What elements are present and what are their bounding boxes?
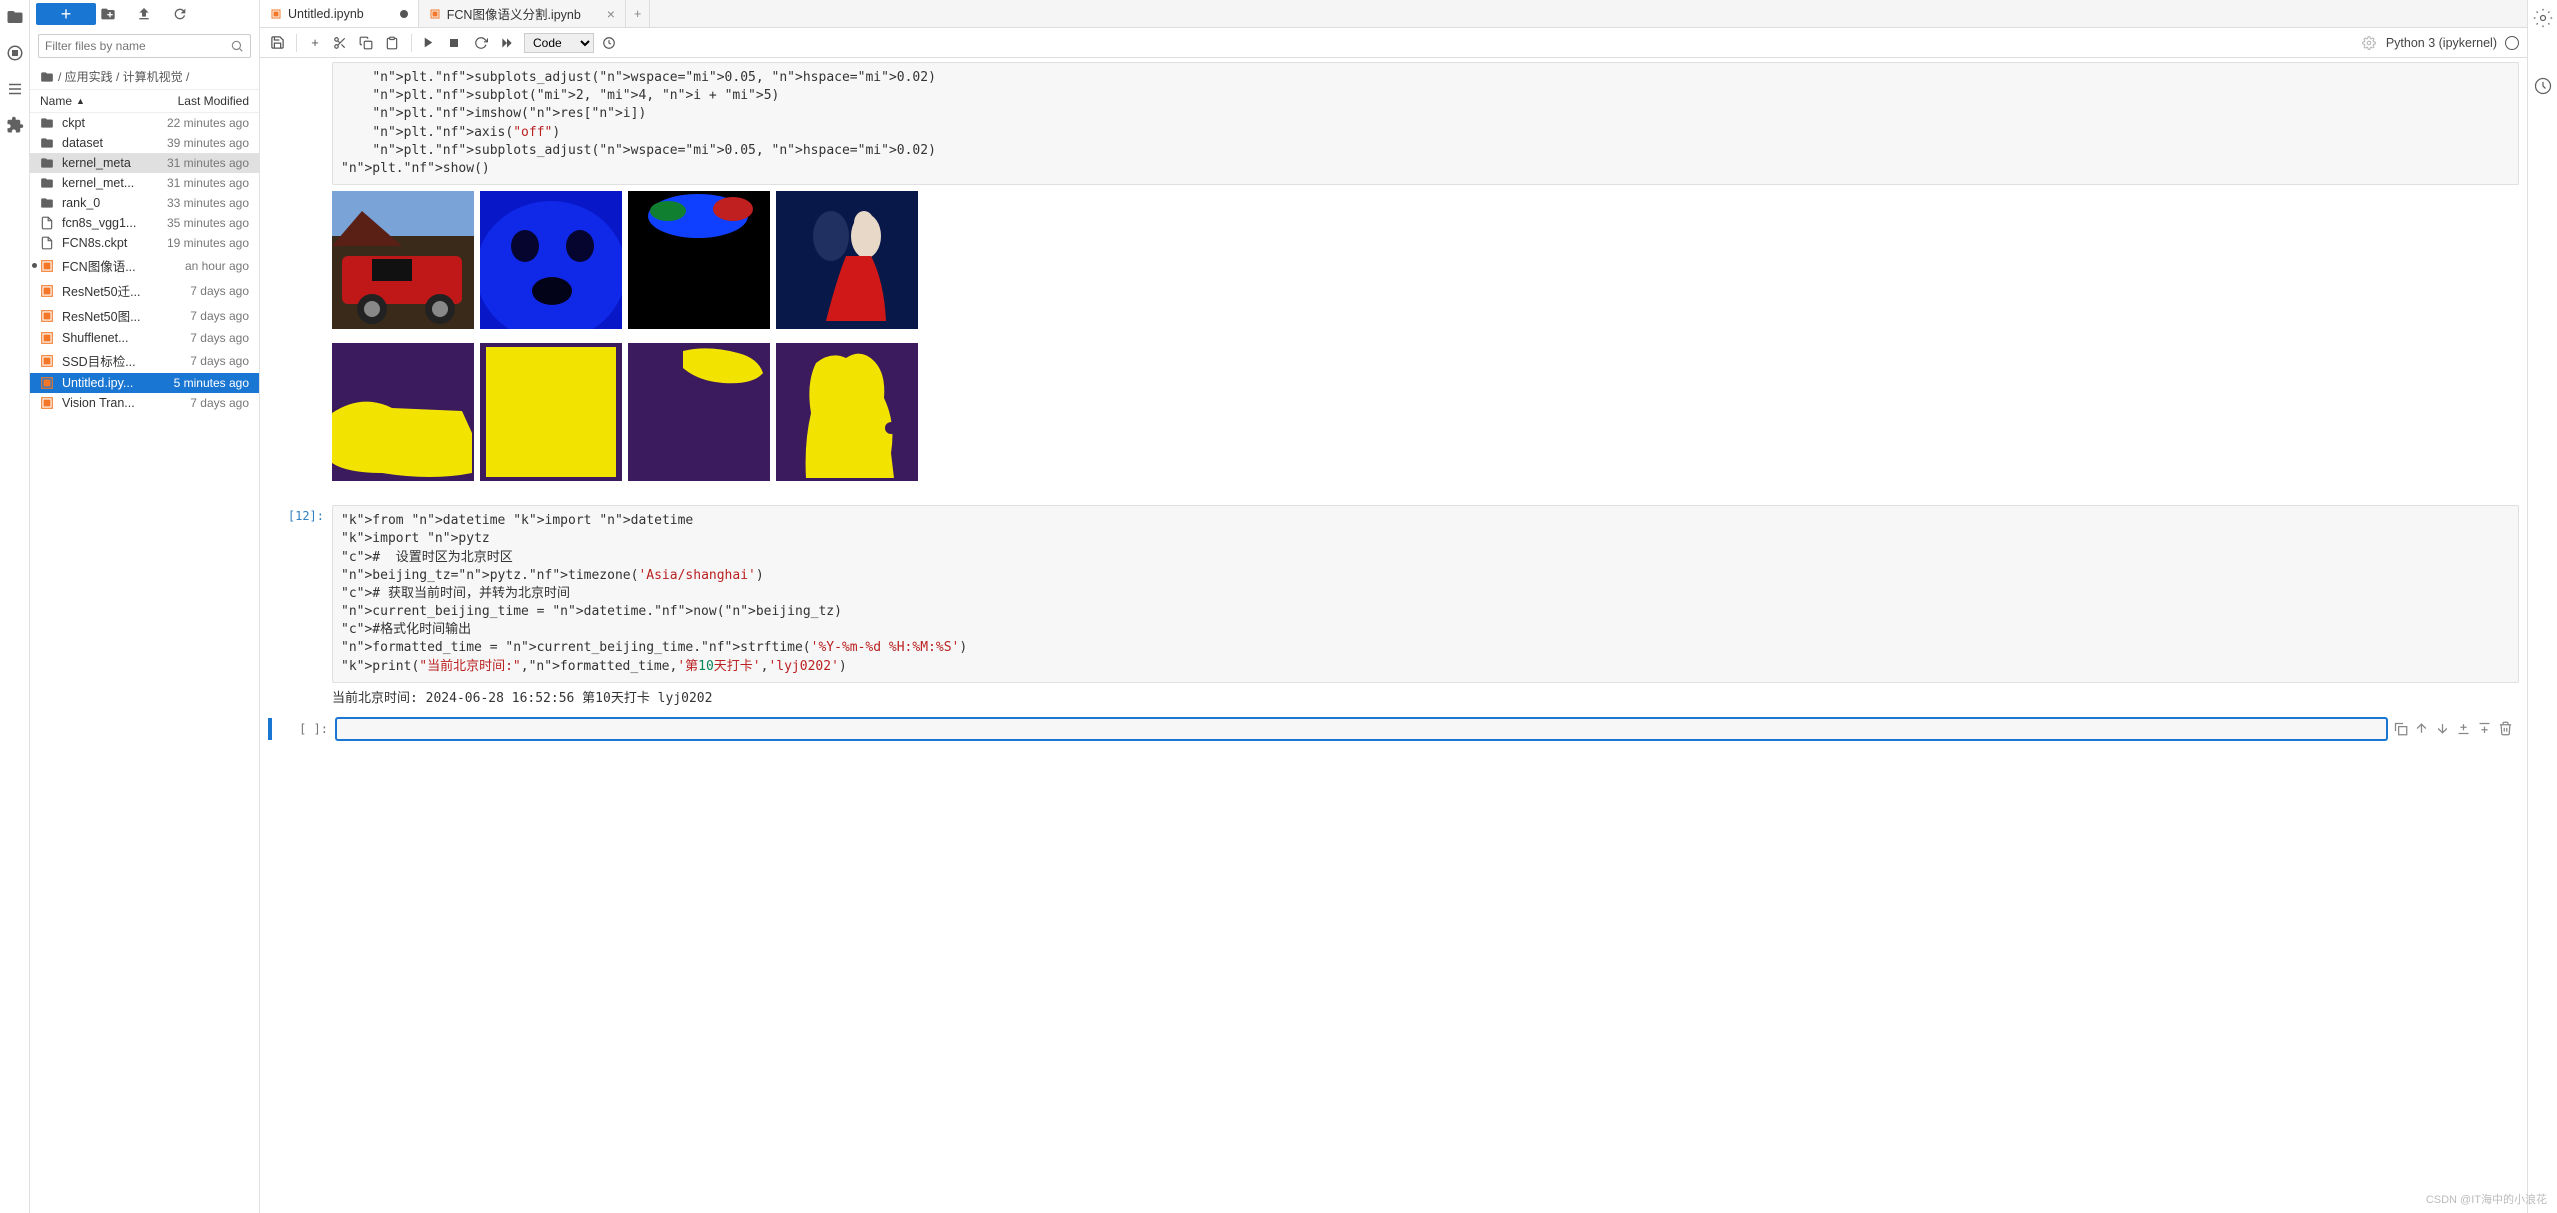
code-input-active[interactable]	[336, 718, 2387, 740]
output-seg-2	[480, 343, 622, 481]
output-image-2	[480, 191, 622, 329]
cell-toolbar	[2387, 721, 2519, 736]
output-seg-1	[332, 343, 474, 481]
file-row[interactable]: SSD目标检...7 days ago	[30, 348, 259, 373]
toc-icon[interactable]	[6, 80, 24, 98]
output-images-row2	[332, 343, 2519, 481]
tab-untitled[interactable]: Untitled.ipynb	[260, 0, 419, 27]
prompt: [ ]:	[272, 718, 336, 740]
col-name[interactable]: Name	[40, 94, 72, 108]
property-inspector-icon[interactable]	[2533, 8, 2553, 28]
save-icon[interactable]	[268, 33, 288, 52]
file-row[interactable]: ckpt22 minutes ago	[30, 113, 259, 133]
file-browser-toolbar: +	[30, 0, 259, 28]
file-row[interactable]: ResNet50图...7 days ago	[30, 303, 259, 328]
breadcrumb-text: / 应用实践 / 计算机视觉 /	[58, 68, 189, 85]
insert-above-icon[interactable]	[2456, 721, 2471, 736]
running-icon[interactable]	[6, 44, 24, 62]
file-browser: + / 应用实践 / 计算机视觉 / Name ▲ Last Modified …	[30, 0, 260, 1213]
cell-output-text: 当前北京时间: 2024-06-28 16:52:56 第10天打卡 lyj02…	[332, 683, 2519, 710]
main-panel: Untitled.ipynb FCN图像语义分割.ipynb × + + Cod…	[260, 0, 2527, 1213]
notebook-toolbar: + Code Python 3 (ipykernel)	[260, 28, 2527, 58]
code-input[interactable]: "k">from "n">datetime "k">import "n">dat…	[332, 505, 2519, 683]
new-launcher-button[interactable]: +	[36, 3, 96, 25]
cut-icon[interactable]	[331, 34, 351, 52]
activity-bar	[0, 0, 30, 1213]
kernel-reload-icon[interactable]	[600, 34, 620, 52]
upload-icon[interactable]	[136, 6, 168, 22]
restart-icon[interactable]	[472, 34, 492, 52]
delete-icon[interactable]	[2498, 721, 2513, 736]
gear-icon[interactable]	[2360, 34, 2380, 52]
folder-icon[interactable]	[6, 8, 24, 26]
output-seg-3	[628, 343, 770, 481]
output-seg-4	[776, 343, 918, 481]
kernel-label: Python 3 (ipykernel)	[2386, 36, 2497, 50]
notebook-icon	[429, 8, 441, 20]
prompt	[268, 62, 332, 501]
kernel-status-icon	[2505, 36, 2519, 50]
prompt: [12]:	[268, 505, 332, 710]
notebook-body: "n">plt."nf">subplots_adjust("n">wspace=…	[260, 58, 2527, 1213]
move-up-icon[interactable]	[2414, 721, 2429, 736]
output-image-1	[332, 191, 474, 329]
output-images-row1	[332, 191, 2519, 329]
tab-label: FCN图像语义分割.ipynb	[447, 4, 581, 23]
breadcrumb[interactable]: / 应用实践 / 计算机视觉 /	[30, 64, 259, 89]
right-rail	[2527, 0, 2557, 1213]
notebook-icon	[270, 8, 282, 20]
extension-icon[interactable]	[6, 116, 24, 134]
copy-icon[interactable]	[357, 34, 377, 52]
kernel-name[interactable]: Python 3 (ipykernel)	[2386, 36, 2519, 50]
run-icon[interactable]	[420, 34, 440, 51]
file-list-header: Name ▲ Last Modified	[30, 89, 259, 113]
stop-icon[interactable]	[446, 35, 466, 51]
file-row[interactable]: fcn8s_vgg1...35 minutes ago	[30, 213, 259, 233]
tab-fcn[interactable]: FCN图像语义分割.ipynb ×	[419, 0, 626, 27]
tab-bar: Untitled.ipynb FCN图像语义分割.ipynb × +	[260, 0, 2527, 28]
insert-below-icon[interactable]	[2477, 721, 2492, 736]
output-image-3	[628, 191, 770, 329]
refresh-icon[interactable]	[172, 6, 204, 22]
col-modified[interactable]: Last Modified	[178, 94, 249, 108]
file-row[interactable]: kernel_met...31 minutes ago	[30, 173, 259, 193]
search-icon	[230, 39, 244, 53]
move-down-icon[interactable]	[2435, 721, 2450, 736]
file-row[interactable]: kernel_meta31 minutes ago	[30, 153, 259, 173]
folder-icon	[40, 70, 54, 84]
file-row[interactable]: rank_033 minutes ago	[30, 193, 259, 213]
file-row[interactable]: Shufflenet...7 days ago	[30, 328, 259, 348]
active-code-cell[interactable]: [ ]:	[268, 718, 2519, 740]
add-tab-button[interactable]: +	[626, 0, 650, 27]
file-row[interactable]: FCN8s.ckpt19 minutes ago	[30, 233, 259, 253]
file-list: ckpt22 minutes agodataset39 minutes agok…	[30, 113, 259, 1213]
file-row[interactable]: ResNet50迁...7 days ago	[30, 278, 259, 303]
tab-label: Untitled.ipynb	[288, 7, 364, 21]
cell-type-select[interactable]: Code	[524, 33, 594, 53]
watermark: CSDN @IT海中的小浪花	[2426, 1191, 2547, 1207]
output-image-4	[776, 191, 918, 329]
file-row[interactable]: Vision Tran...7 days ago	[30, 393, 259, 413]
dirty-indicator	[400, 10, 408, 18]
insert-cell-icon[interactable]: +	[305, 33, 325, 52]
debugger-icon[interactable]	[2533, 76, 2553, 96]
restart-run-all-icon[interactable]	[498, 34, 518, 52]
code-cell-fragment: "n">plt."nf">subplots_adjust("n">wspace=…	[268, 62, 2519, 501]
paste-icon[interactable]	[383, 34, 403, 52]
cell-output	[332, 185, 2519, 501]
filter-box[interactable]	[38, 34, 251, 58]
duplicate-icon[interactable]	[2393, 721, 2408, 736]
code-input[interactable]: "n">plt."nf">subplots_adjust("n">wspace=…	[332, 62, 2519, 185]
file-row[interactable]: dataset39 minutes ago	[30, 133, 259, 153]
code-cell-12: [12]: "k">from "n">datetime "k">import "…	[268, 505, 2519, 710]
new-folder-icon[interactable]	[100, 6, 132, 22]
filter-input[interactable]	[45, 39, 230, 53]
file-row[interactable]: FCN图像语...an hour ago	[30, 253, 259, 278]
close-icon[interactable]: ×	[607, 6, 615, 22]
file-row[interactable]: Untitled.ipy...5 minutes ago	[30, 373, 259, 393]
